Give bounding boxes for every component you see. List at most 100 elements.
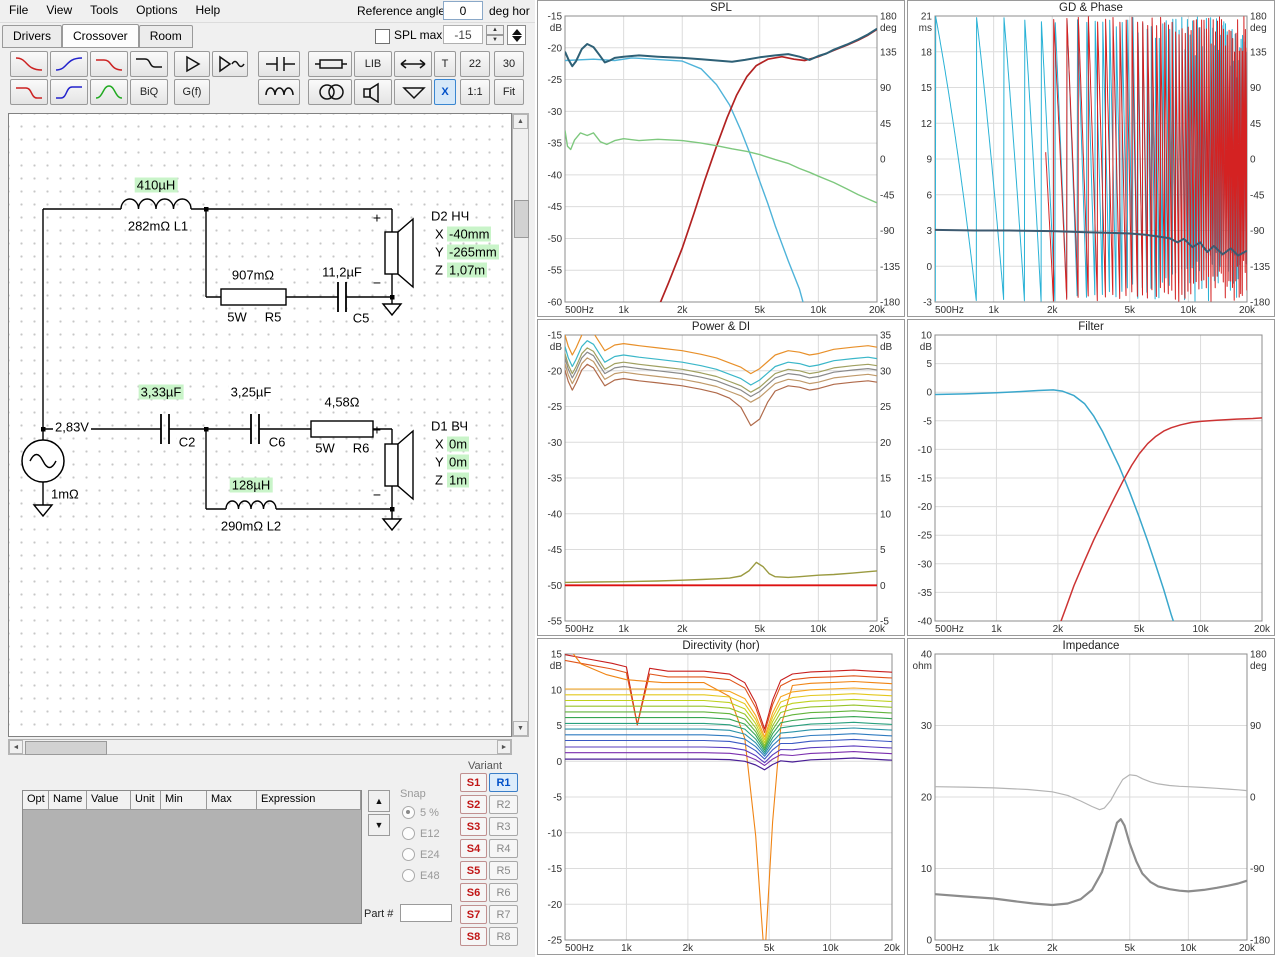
tool-wire-button[interactable]: [394, 51, 432, 77]
svg-text:20: 20: [880, 438, 892, 449]
tool-overlay-2-button[interactable]: [50, 51, 88, 77]
variant-s7-button[interactable]: S7: [460, 905, 487, 924]
tool-gf-button[interactable]: G(f): [174, 79, 210, 105]
d2-name[interactable]: D2 НЧ: [429, 208, 472, 224]
spl-max-spin-down-button[interactable]: ▼: [486, 35, 504, 45]
snap-option-E48: E48: [402, 869, 440, 882]
tool-highpass-button[interactable]: [50, 79, 88, 105]
spl-max-checkbox[interactable]: [375, 29, 390, 44]
tool-capacitor-button[interactable]: [258, 51, 300, 77]
svg-text:-60: -60: [548, 298, 563, 309]
reference-angle-input[interactable]: [443, 1, 483, 20]
svg-text:-15: -15: [548, 12, 563, 23]
scroll-right-button[interactable]: ►: [497, 740, 511, 754]
tool-inductor-button[interactable]: [258, 79, 300, 105]
autoscale-button[interactable]: [507, 25, 526, 45]
tool-zoom-fit-button[interactable]: Fit: [494, 79, 524, 105]
source-voltage[interactable]: 2,83V: [53, 419, 91, 435]
menu-tools[interactable]: Tools: [81, 0, 127, 20]
tool-overlay-4-button[interactable]: [130, 51, 168, 77]
spl-max-spin-up-button[interactable]: ▲: [486, 25, 504, 35]
d1-z-value[interactable]: 1m: [447, 472, 470, 488]
tool-num-30-button[interactable]: 30: [494, 51, 524, 77]
tool-resistor-button[interactable]: [308, 51, 352, 77]
variant-r5-button[interactable]: R5: [489, 861, 518, 880]
chart-impedance: Impedance 40 30 20 10 0 ohm 180 90 0 -90 -180 deg 500…: [907, 638, 1275, 955]
variant-r1-button[interactable]: R1: [489, 773, 518, 792]
schematic-hscrollbar[interactable]: ◄ ►: [8, 739, 512, 755]
d2-x-value[interactable]: -40mm: [447, 226, 492, 242]
tool-biquad-button[interactable]: BiQ: [130, 79, 168, 105]
menu-options[interactable]: Options: [127, 0, 186, 20]
svg-text:ohm: ohm: [913, 661, 932, 672]
shelf-curve-black-icon: [136, 58, 162, 68]
c5-value[interactable]: 11,2µF: [320, 264, 364, 280]
tool-driver-button[interactable]: [354, 79, 392, 105]
tab-crossover[interactable]: Crossover: [62, 24, 139, 48]
svg-text:10: 10: [551, 685, 563, 696]
tool-zoom-1to1-button[interactable]: 1:1: [460, 79, 490, 105]
variant-r2-button[interactable]: R2: [489, 795, 518, 814]
series-power-green: [565, 130, 877, 204]
variant-s2-button[interactable]: S2: [460, 795, 487, 814]
variant-s3-button[interactable]: S3: [460, 817, 487, 836]
variant-r7-button[interactable]: R7: [489, 905, 518, 924]
tool-ground-button[interactable]: [394, 79, 432, 105]
c5-ref-label: C5: [350, 310, 372, 326]
row-down-button[interactable]: ▼: [368, 814, 390, 836]
l1-value[interactable]: 410µH: [134, 177, 178, 193]
variant-r8-button[interactable]: R8: [489, 927, 518, 946]
row-up-button[interactable]: ▲: [368, 790, 390, 812]
tool-overlay-1-button[interactable]: [10, 51, 48, 77]
vscroll-thumb[interactable]: [514, 200, 529, 238]
variant-r4-button[interactable]: R4: [489, 839, 518, 858]
variant-s8-button[interactable]: S8: [460, 927, 487, 946]
r6-value[interactable]: 4,58Ω: [322, 394, 362, 410]
part-number-input[interactable]: [400, 904, 452, 922]
tab-room[interactable]: Room: [138, 25, 193, 48]
left-panel: File View Tools Options Help Reference angle…: [0, 0, 535, 957]
spl-max-input[interactable]: [443, 25, 483, 44]
variant-r3-button[interactable]: R3: [489, 817, 518, 836]
tool-lowpass-button[interactable]: [10, 79, 48, 105]
menu-help[interactable]: Help: [187, 0, 230, 20]
r5-value[interactable]: 907mΩ: [229, 267, 277, 283]
d1-x-label: X: [433, 436, 446, 452]
d1-y-value[interactable]: 0m: [447, 454, 470, 470]
d2-y-value[interactable]: -265mm: [447, 244, 499, 260]
parts-table: Opt Name Value Unit Min Max Expression: [22, 790, 362, 924]
svg-text:-30: -30: [548, 438, 563, 449]
d1-x-value[interactable]: 0m: [447, 436, 470, 452]
tool-calculate-response-button[interactable]: [212, 51, 248, 77]
tool-bandpass-button[interactable]: [90, 79, 128, 105]
variant-s1-button[interactable]: S1: [460, 773, 487, 792]
hscroll-thumb[interactable]: [25, 741, 107, 755]
variant-r6-button[interactable]: R6: [489, 883, 518, 902]
variant-s6-button[interactable]: S6: [460, 883, 487, 902]
schematic-canvas[interactable]: 410µH 282mΩ L1 907mΩ 5W R5 11,2µF C5 + −…: [8, 113, 512, 737]
tool-text-button[interactable]: T: [434, 51, 456, 77]
schematic-vscrollbar[interactable]: ▲ ▼: [512, 113, 529, 737]
menu-file[interactable]: File: [0, 0, 37, 20]
svg-text:0: 0: [926, 388, 932, 399]
tool-calculate-button[interactable]: [174, 51, 210, 77]
tool-num-22-button[interactable]: 22: [460, 51, 490, 77]
scroll-up-button[interactable]: ▲: [513, 114, 528, 129]
svg-text:5k: 5k: [1134, 624, 1146, 635]
scroll-down-button[interactable]: ▼: [513, 721, 528, 736]
menu-view[interactable]: View: [37, 0, 81, 20]
tab-drivers[interactable]: Drivers: [2, 25, 62, 48]
d2-z-value[interactable]: 1,07m: [447, 262, 488, 278]
tool-delete-button[interactable]: X: [434, 79, 456, 105]
variant-s4-button[interactable]: S4: [460, 839, 487, 858]
c6-value[interactable]: 3,25µF: [228, 384, 274, 400]
svg-text:Impedance: Impedance: [1063, 640, 1120, 652]
l2-value[interactable]: 128µH: [229, 477, 273, 493]
scroll-left-button[interactable]: ◄: [9, 740, 23, 754]
tool-overlay-3-button[interactable]: [90, 51, 128, 77]
variant-s5-button[interactable]: S5: [460, 861, 487, 880]
tool-transformer-button[interactable]: [308, 79, 352, 105]
c2-value[interactable]: 3,33µF: [138, 384, 184, 400]
tool-library-button[interactable]: LIB: [354, 51, 392, 77]
d1-name[interactable]: D1 ВЧ: [429, 418, 470, 434]
